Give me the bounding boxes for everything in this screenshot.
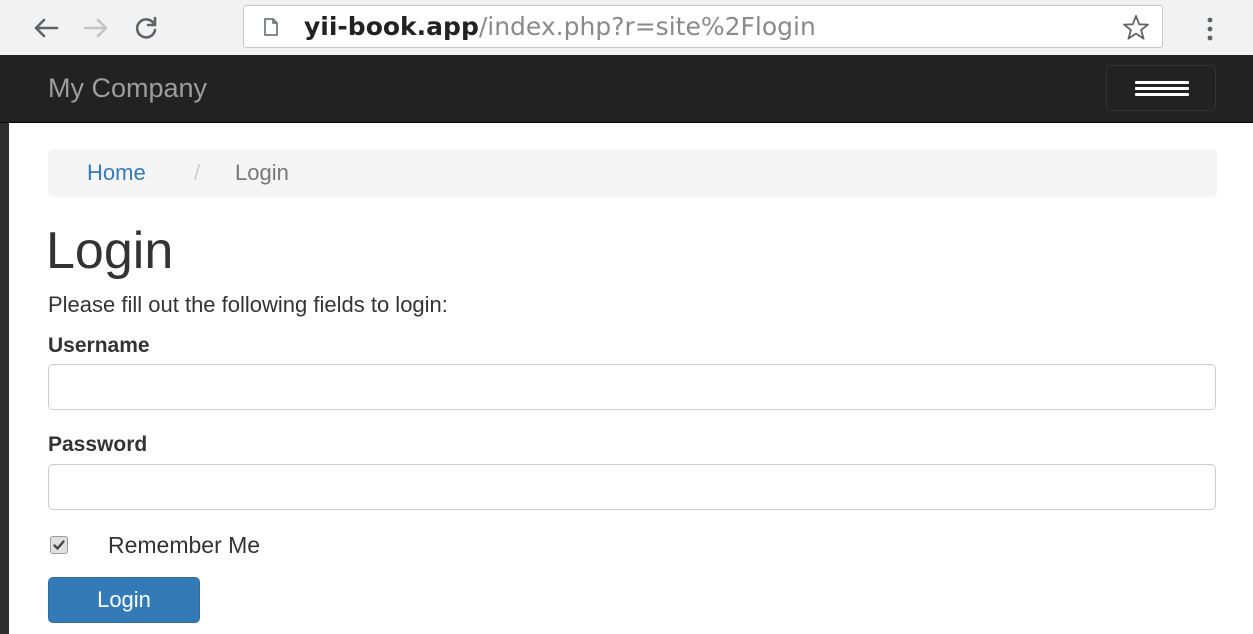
breadcrumb-home-link[interactable]: Home (87, 160, 146, 186)
username-label: Username (48, 334, 150, 357)
url-host: yii-book.app (304, 12, 479, 41)
password-input[interactable] (48, 464, 1216, 510)
back-button[interactable] (28, 10, 64, 46)
reload-button[interactable] (128, 10, 164, 46)
url-text[interactable]: yii-book.app/index.php?r=site%2Flogin (304, 13, 816, 41)
browser-toolbar: yii-book.app/index.php?r=site%2Flogin (0, 0, 1253, 55)
brand-link[interactable]: My Company (48, 72, 207, 104)
username-input[interactable] (48, 364, 1216, 410)
viewport-edge (0, 123, 9, 634)
page-title: Login (46, 222, 174, 280)
breadcrumb-separator: / (194, 160, 201, 185)
kebab-menu-icon[interactable] (1200, 14, 1220, 44)
arrow-right-icon (83, 18, 108, 38)
remember-me-checkbox[interactable] (50, 536, 68, 554)
hamburger-icon (1135, 81, 1189, 84)
navbar-toggle-button[interactable] (1106, 65, 1216, 111)
checkmark-icon (53, 540, 65, 550)
hamburger-icon (1135, 87, 1189, 90)
star-icon[interactable] (1122, 14, 1150, 42)
login-button[interactable]: Login (48, 577, 200, 623)
breadcrumb: Home / Login (48, 149, 1217, 197)
url-path: /index.php?r=site%2Flogin (478, 12, 816, 41)
password-label: Password (48, 433, 148, 456)
navbar: My Company (0, 55, 1253, 123)
breadcrumb-active: Login (235, 160, 289, 185)
address-bar[interactable]: yii-book.app/index.php?r=site%2Flogin (243, 5, 1163, 48)
arrow-left-icon (34, 18, 59, 38)
reload-icon (135, 16, 157, 39)
remember-me-label: Remember Me (108, 532, 261, 558)
forward-button[interactable] (78, 10, 114, 46)
hamburger-icon (1135, 93, 1189, 96)
page-icon (264, 18, 278, 36)
page-description: Please fill out the following fields to … (48, 292, 448, 317)
